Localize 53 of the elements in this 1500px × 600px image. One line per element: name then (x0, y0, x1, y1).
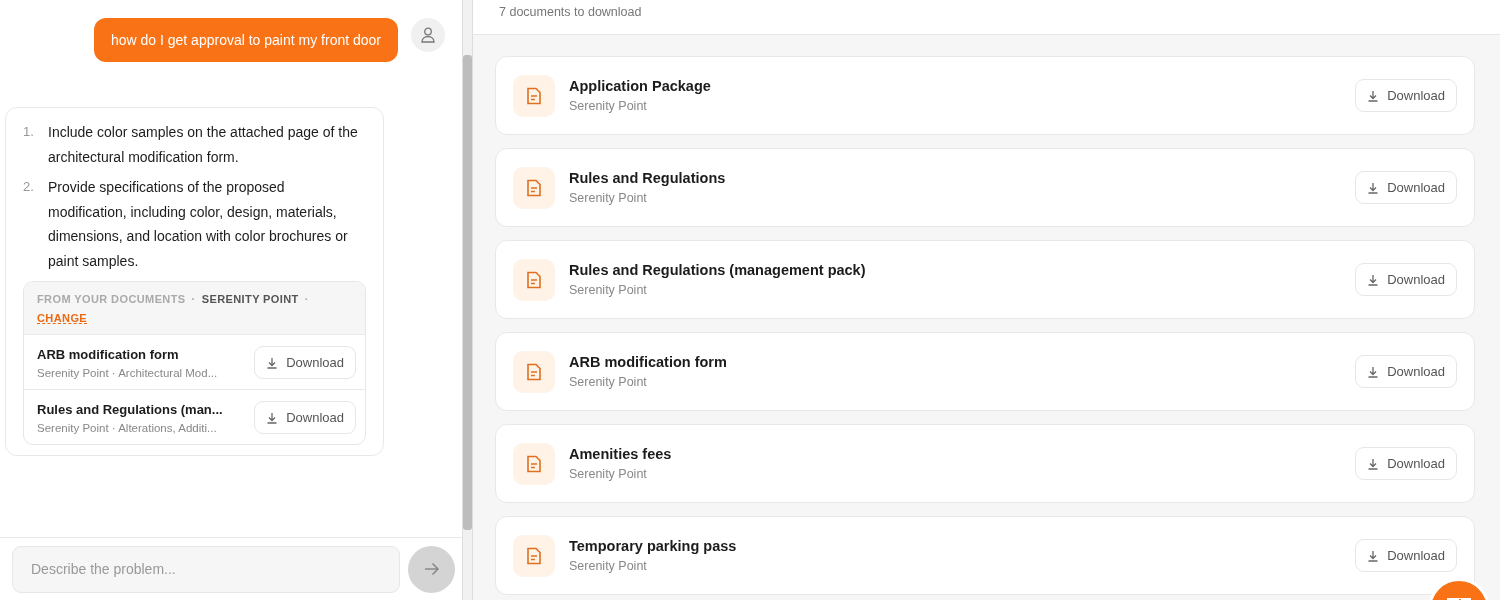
document-subtitle: Serenity Point (569, 283, 648, 297)
document-icon (526, 454, 542, 473)
sources-label: FROM YOUR DOCUMENTS (37, 292, 186, 307)
document-subtitle: Serenity Point · Alterations, Additi... (37, 421, 218, 434)
download-icon (266, 356, 279, 369)
download-button[interactable]: Download (1355, 79, 1457, 112)
download-icon (1367, 365, 1380, 378)
step-number: 2. (23, 178, 35, 196)
community-name: SERENITY POINT (201, 292, 299, 307)
download-button[interactable]: Download (254, 401, 356, 434)
download-button[interactable]: Download (254, 346, 356, 379)
download-button[interactable]: Download (1355, 447, 1457, 480)
send-button[interactable] (408, 545, 455, 593)
step-text: Provide specifications of the proposed modification, including color, design, materials, dimensions, and location with color brochures or paint samples. (48, 178, 349, 271)
document-title: Rules and Regulations (569, 170, 727, 186)
document-subtitle: Serenity Point (569, 467, 648, 481)
document-title: Temporary parking pass (569, 538, 738, 554)
download-icon (1367, 457, 1380, 470)
document-subtitle: Serenity Point (569, 191, 648, 205)
user-message: how do I get approval to paint my front door (93, 18, 398, 62)
download-icon (1367, 273, 1380, 286)
document-title: Application Package (569, 78, 712, 94)
document-icon (526, 178, 542, 197)
scrollbar[interactable] (462, 0, 472, 600)
download-icon (1367, 181, 1380, 194)
document-subtitle: Serenity Point · Architectural Mod... (37, 366, 219, 379)
download-button[interactable]: Download (1355, 263, 1457, 296)
separator: · (304, 292, 309, 307)
document-title: ARB modification form (569, 354, 728, 370)
download-icon (266, 411, 279, 424)
message-input[interactable]: Describe the problem... (12, 545, 400, 593)
document-subtitle: Serenity Point (569, 375, 648, 389)
arrow-right-icon (423, 562, 440, 576)
document-title: Amenities fees (569, 446, 673, 462)
step-text: Include color samples on the attached page of the architectural modification form. (48, 123, 359, 167)
download-button[interactable]: Download (1355, 355, 1457, 388)
user-icon (421, 27, 435, 43)
document-count: 7 documents to download (499, 5, 642, 19)
document-icon (526, 270, 542, 289)
document-subtitle: Serenity Point (569, 559, 648, 573)
separator: · (191, 292, 196, 307)
step-number: 1. (23, 123, 35, 141)
document-icon (526, 362, 542, 381)
document-subtitle: Serenity Point (569, 99, 648, 113)
document-title: Rules and Regulations (man... (37, 401, 224, 417)
document-title: Rules and Regulations (management pack) (569, 262, 867, 278)
download-icon (1367, 89, 1380, 102)
download-button[interactable]: Download (1355, 539, 1457, 572)
document-icon (526, 546, 542, 565)
document-icon (526, 86, 542, 105)
document-title: ARB modification form (37, 346, 180, 362)
download-button[interactable]: Download (1355, 171, 1457, 204)
download-icon (1367, 549, 1380, 562)
